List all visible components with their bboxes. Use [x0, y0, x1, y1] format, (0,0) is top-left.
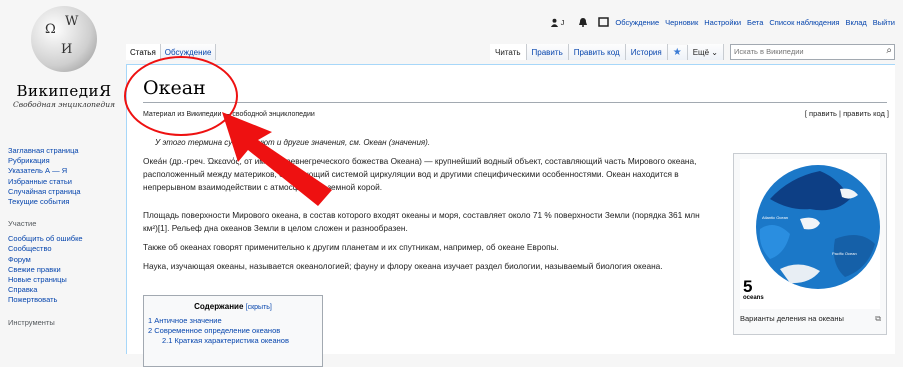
- toc-toggle-link[interactable]: [скрыть]: [246, 304, 272, 311]
- hatnote: У этого термина существуют и другие знач…: [155, 138, 431, 147]
- tab-talk[interactable]: Обсуждение: [160, 44, 217, 60]
- more-menu[interactable]: Ещё ⌄: [687, 44, 724, 60]
- sidebar: Заглавная страница Рубрикация Указатель …: [8, 146, 120, 333]
- personal-toolbar: J Обсуждение Черновик Настройки Бета Спи…: [550, 17, 895, 27]
- sidebar-item-donate[interactable]: Пожертвовать: [8, 295, 120, 305]
- oceans-unit: oceans: [743, 295, 764, 301]
- logo-subtitle: Свободная энциклопедия: [12, 100, 116, 109]
- username: J: [560, 17, 565, 27]
- personal-talk-link[interactable]: Обсуждение: [615, 18, 659, 27]
- sidebar-item-recent-changes[interactable]: Свежие правки: [8, 265, 120, 275]
- sidebar-item-main-page[interactable]: Заглавная страница: [8, 146, 120, 156]
- table-of-contents: Содержание [скрыть] 1 Античное значение …: [143, 295, 323, 367]
- personal-logout-link[interactable]: Выйти: [873, 18, 895, 27]
- toc-item[interactable]: 2.1 Краткая характеристика океанов: [144, 336, 322, 346]
- tab-edit-source[interactable]: Править код: [568, 44, 626, 60]
- sidebar-item-report-error[interactable]: Сообщить об ошибке: [8, 234, 120, 244]
- tab-article[interactable]: Статья: [126, 44, 161, 60]
- page-title: Океан: [143, 77, 206, 99]
- tab-history[interactable]: История: [625, 44, 668, 60]
- inbox-icon[interactable]: [598, 17, 610, 27]
- title-divider: [143, 102, 887, 103]
- chevron-down-icon: ⌄: [711, 48, 718, 57]
- sidebar-item-index[interactable]: Указатель А — Я: [8, 166, 120, 176]
- sidebar-item-community[interactable]: Сообщество: [8, 244, 120, 254]
- watch-star-icon[interactable]: ★: [667, 44, 688, 60]
- page-subtitle: Материал из Википедии — свободной энцикл…: [143, 111, 315, 118]
- tab-read[interactable]: Читать: [490, 44, 527, 60]
- sidebar-item-new-pages[interactable]: Новые страницы: [8, 275, 120, 285]
- search-input[interactable]: [731, 45, 882, 58]
- toc-item[interactable]: 2 Современное определение океанов: [144, 326, 322, 336]
- paragraph-intro: Океа́н (др.-греч. Ὠκεανός, от имени древ…: [143, 156, 697, 193]
- namespace-tabs: Статья Обсуждение: [126, 44, 217, 60]
- personal-contributions-link[interactable]: Вклад: [845, 18, 866, 27]
- user-link[interactable]: J: [550, 17, 565, 27]
- infobox: Atlantic Ocean Pacific Ocean 5 oceans Ва…: [733, 153, 887, 335]
- view-tabs: Читать Править Править код История ★ Ещё…: [490, 44, 895, 60]
- toc-item[interactable]: 1 Античное значение: [144, 316, 322, 326]
- more-label: Ещё: [692, 48, 710, 57]
- globe-glyph: Ω: [45, 22, 56, 37]
- tab-edit[interactable]: Править: [526, 44, 569, 60]
- sidebar-item-help[interactable]: Справка: [8, 285, 120, 295]
- ocean-globe-graphic: Atlantic Ocean Pacific Ocean: [756, 165, 880, 289]
- sidebar-item-featured[interactable]: Избранные статьи: [8, 177, 120, 187]
- ocean-map-image[interactable]: Atlantic Ocean Pacific Ocean 5 oceans: [740, 159, 880, 309]
- sidebar-item-current-events[interactable]: Текущие события: [8, 197, 120, 207]
- enlarge-icon[interactable]: ⧉: [875, 314, 881, 324]
- logo-title: ВикипедиЯ: [16, 82, 112, 100]
- paragraph-area: Площадь поверхности Мирового океана, в с…: [143, 210, 700, 234]
- oceans-count: 5: [743, 277, 753, 296]
- globe-glyph: И: [61, 42, 73, 57]
- section-edit-links[interactable]: [ править | править код ]: [805, 109, 889, 118]
- infobox-caption: Варианты деления на океаны: [740, 314, 844, 323]
- sidebar-item-random[interactable]: Случайная страница: [8, 187, 120, 197]
- personal-watchlist-link[interactable]: Список наблюдения: [769, 18, 839, 27]
- wikipedia-logo[interactable]: Ω W И ВикипедиЯ Свободная энциклопедия: [8, 6, 120, 109]
- sidebar-heading-tools[interactable]: Инструменты: [8, 318, 120, 327]
- sidebar-item-forum[interactable]: Форум: [8, 255, 120, 265]
- map-label-pacific: Pacific Ocean: [832, 251, 857, 256]
- sidebar-item-categories[interactable]: Рубрикация: [8, 156, 120, 166]
- personal-settings-link[interactable]: Настройки: [704, 18, 741, 27]
- paragraph-oceanology: Наука, изучающая океаны, называется океа…: [143, 261, 663, 271]
- globe-icon: Ω W И: [31, 6, 97, 72]
- globe-glyph: W: [65, 14, 79, 29]
- search-icon[interactable]: ⌕: [886, 45, 892, 56]
- personal-beta-link[interactable]: Бета: [747, 18, 763, 27]
- search-box: ⌕: [730, 44, 895, 60]
- sidebar-heading-participation: Участие: [8, 219, 37, 229]
- map-label-atlantic: Atlantic Ocean: [762, 215, 788, 220]
- paragraph-other-planets: Также об океанах говорят применительно к…: [143, 242, 559, 252]
- bell-icon[interactable]: [578, 17, 588, 27]
- toc-title: Содержание: [194, 302, 244, 311]
- personal-draft-link[interactable]: Черновик: [665, 18, 698, 27]
- user-icon: [550, 18, 558, 27]
- main-content: Океан Материал из Википедии — свободной …: [126, 64, 895, 367]
